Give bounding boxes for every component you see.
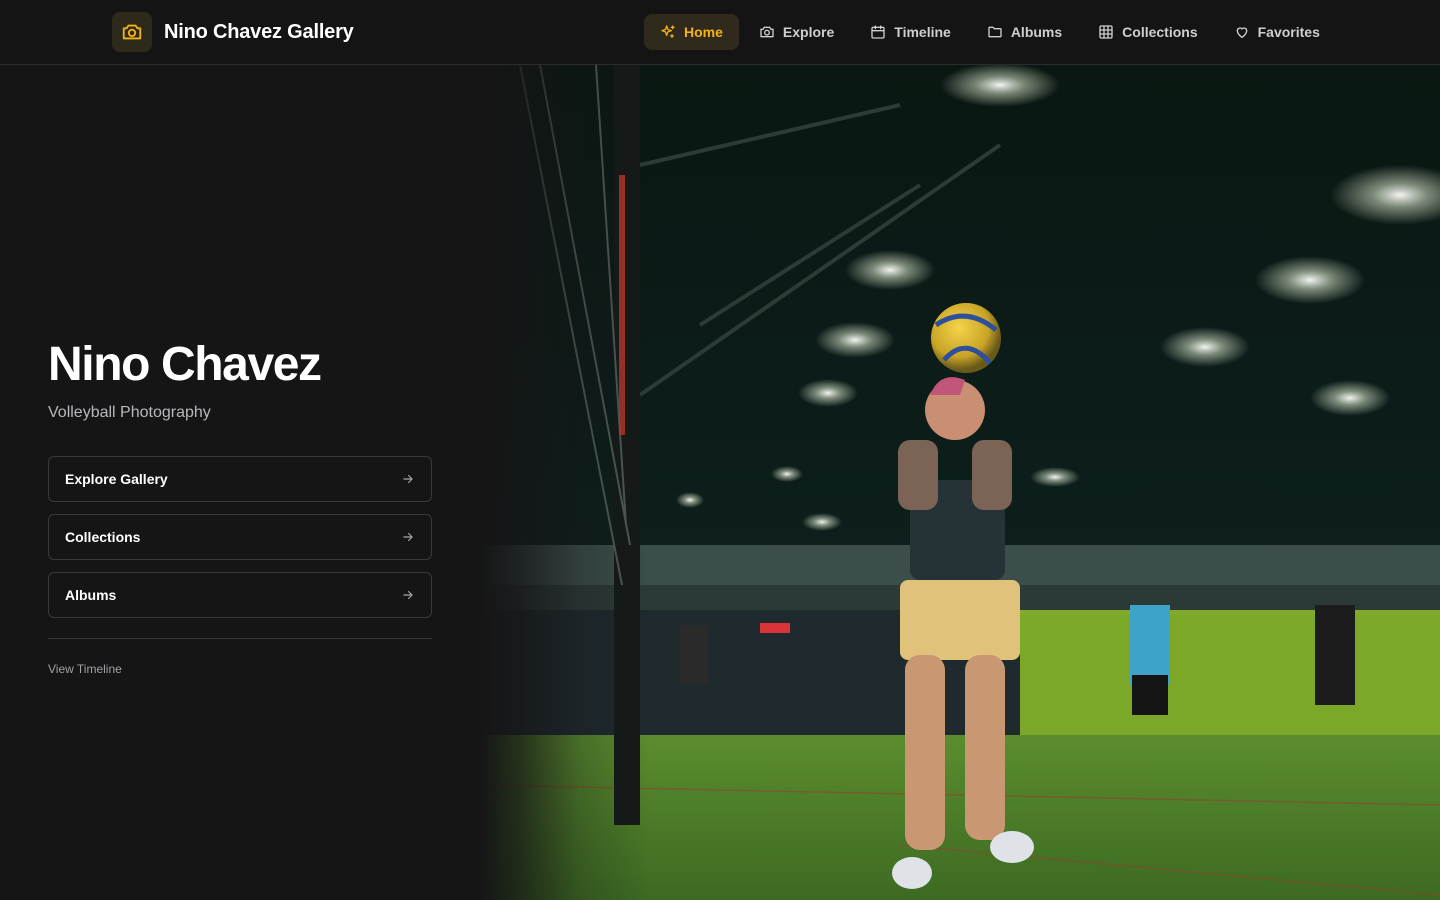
sparkles-icon — [661, 25, 675, 38]
nav-label-favorites: Favorites — [1257, 24, 1320, 40]
folder-icon — [988, 26, 1002, 38]
calendar-icon — [871, 25, 885, 39]
hero-title: Nino Chavez — [48, 338, 322, 391]
grid-icon — [1099, 25, 1113, 39]
main-nav: Home Explore Timeline Albums Collections… — [644, 14, 1340, 50]
explore-gallery-label: Explore Gallery — [65, 471, 168, 487]
nav-item-timeline[interactable]: Timeline — [854, 14, 967, 50]
arrow-right-icon — [403, 532, 413, 542]
top-navigation-bar: Nino Chavez Gallery Home Explore Timelin… — [0, 0, 1440, 65]
camera-logo-icon — [112, 12, 152, 52]
nav-item-albums[interactable]: Albums — [971, 14, 1078, 50]
cta-list: Explore Gallery Collections Albums — [48, 456, 432, 618]
camera-icon — [760, 26, 774, 38]
collections-label: Collections — [65, 529, 141, 545]
hero-subtitle: Volleyball Photography — [48, 404, 211, 421]
arrow-right-icon — [403, 590, 413, 600]
nav-label-collections: Collections — [1122, 24, 1198, 40]
nav-label-timeline: Timeline — [894, 24, 951, 40]
view-timeline-link[interactable]: View Timeline — [48, 662, 122, 676]
heart-icon — [1236, 27, 1247, 38]
nav-label-albums: Albums — [1010, 24, 1063, 40]
arrow-right-icon — [403, 474, 413, 484]
nav-item-collections[interactable]: Collections — [1082, 14, 1213, 50]
nav-label-explore: Explore — [782, 24, 835, 40]
explore-gallery-button[interactable]: Explore Gallery — [48, 456, 432, 502]
albums-button[interactable]: Albums — [48, 572, 432, 618]
albums-label: Albums — [65, 587, 117, 603]
nav-item-home[interactable]: Home — [644, 14, 739, 50]
hero-panel: Nino Chavez Volleyball Photography Explo… — [48, 337, 432, 678]
nav-item-favorites[interactable]: Favorites — [1218, 14, 1336, 50]
hero-section: Nino Chavez Volleyball Photography Explo… — [0, 65, 1440, 900]
nav-item-explore[interactable]: Explore — [743, 14, 850, 50]
nav-label-home: Home — [684, 24, 723, 40]
divider — [48, 638, 432, 639]
brand[interactable]: Nino Chavez Gallery — [112, 12, 354, 52]
collections-button[interactable]: Collections — [48, 514, 432, 560]
brand-title: Nino Chavez Gallery — [164, 20, 354, 43]
